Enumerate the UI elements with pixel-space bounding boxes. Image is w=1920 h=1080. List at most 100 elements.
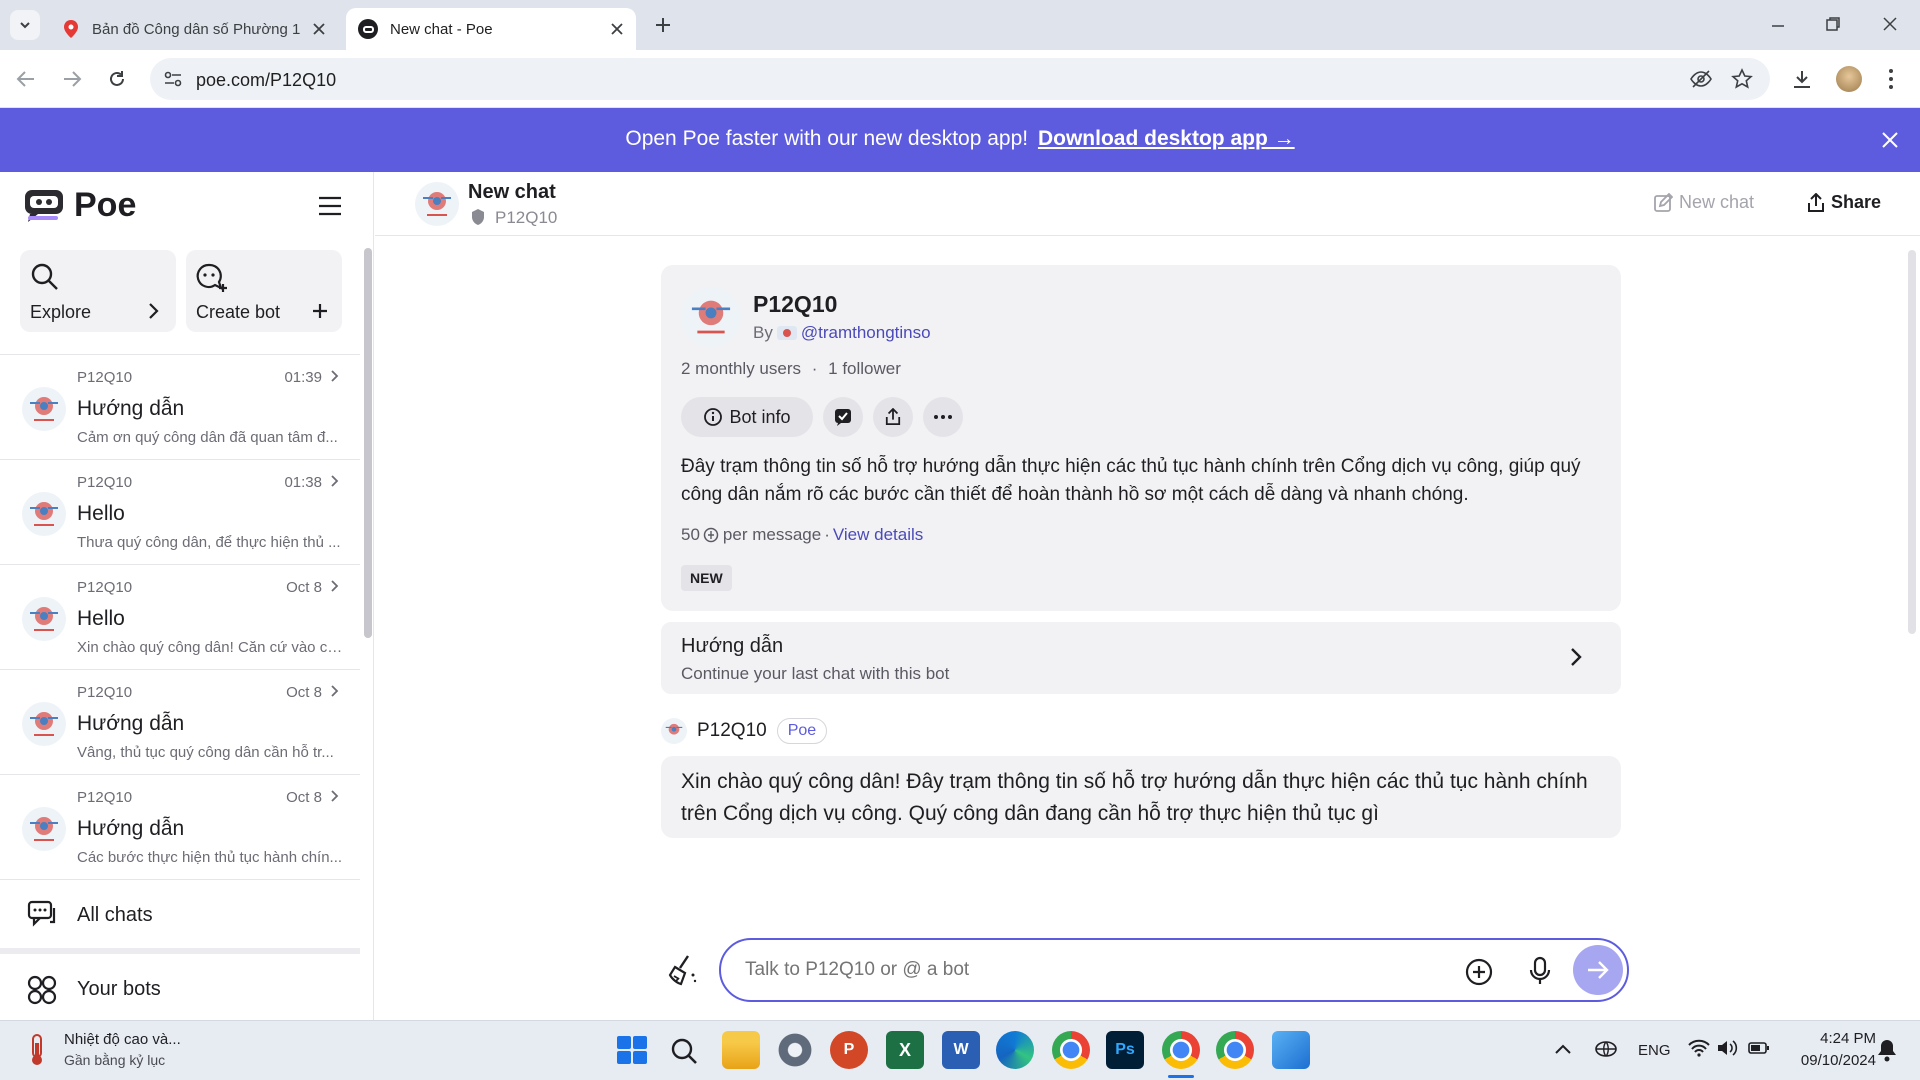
sender-name[interactable]: P12Q10	[697, 720, 767, 742]
weather-subtitle[interactable]: Gần bằng kỷ lục	[64, 1052, 165, 1068]
weather-title[interactable]: Nhiệt độ cao và...	[64, 1031, 181, 1048]
kebab-menu-icon[interactable]	[1888, 68, 1894, 90]
continue-last-chat-card[interactable]: Hướng dẫn Continue your last chat with t…	[661, 622, 1621, 694]
excel-icon[interactable]: X	[886, 1031, 924, 1069]
chat-time: Oct 8	[286, 684, 322, 701]
attach-plus-icon[interactable]	[1465, 958, 1493, 986]
chevron-up-icon[interactable]	[1554, 1043, 1572, 1055]
hamburger-menu-icon[interactable]	[318, 196, 342, 216]
list-item[interactable]: P12Q10 01:38 Hello Thưa quý công dân, để…	[0, 460, 360, 565]
poe-favicon-icon	[358, 19, 378, 39]
network-globe-icon[interactable]	[1594, 1039, 1618, 1059]
remix-button[interactable]	[823, 397, 863, 437]
close-icon[interactable]	[610, 22, 624, 36]
clear-context-broom-icon[interactable]	[666, 953, 700, 987]
share-button[interactable]: Share	[1807, 192, 1881, 213]
main-scrollbar[interactable]	[1908, 250, 1916, 634]
chat-bot-name: P12Q10	[77, 579, 133, 596]
profile-avatar[interactable]	[1836, 66, 1862, 92]
back-arrow-icon[interactable]	[16, 70, 36, 88]
bookmark-star-icon[interactable]	[1731, 68, 1753, 90]
powerpoint-icon[interactable]: P	[830, 1031, 868, 1069]
chat-list: P12Q10 01:39 Hướng dẫn Cảm ơn quý công d…	[0, 354, 360, 882]
edge-icon[interactable]	[996, 1031, 1034, 1069]
minimize-icon[interactable]	[1770, 18, 1786, 34]
list-item[interactable]: P12Q10 Oct 8 Hướng dẫn Vâng, thủ tục quý…	[0, 670, 360, 775]
list-item[interactable]: P12Q10 01:39 Hướng dẫn Cảm ơn quý công d…	[0, 355, 360, 460]
tab-search-button[interactable]	[10, 10, 40, 40]
create-bot-label: Create bot	[196, 302, 281, 322]
explore-card[interactable]: Explore	[20, 250, 176, 332]
chat-time: 01:38	[284, 474, 322, 491]
followers-count[interactable]: 1 follower	[828, 359, 901, 378]
view-details-link[interactable]: View details	[833, 525, 923, 545]
url-text[interactable]: poe.com/P12Q10	[196, 70, 336, 91]
chat-time: Oct 8	[286, 789, 322, 806]
bot-avatar-large	[681, 287, 741, 347]
your-bots-link[interactable]: Your bots	[0, 962, 360, 1020]
tab-title: New chat - Poe	[390, 20, 493, 38]
share-bot-button[interactable]	[873, 397, 913, 437]
more-options-button[interactable]	[923, 397, 963, 437]
chevron-right-icon	[1571, 648, 1582, 666]
file-explorer-icon[interactable]	[722, 1031, 760, 1069]
chrome-icon[interactable]	[1052, 1031, 1090, 1069]
message-input[interactable]	[745, 954, 1465, 986]
search-icon[interactable]	[670, 1037, 698, 1065]
new-chat-label: New chat	[1679, 192, 1755, 212]
microphone-icon[interactable]	[1529, 956, 1551, 986]
poe-logo[interactable]: Poe	[22, 185, 136, 225]
photos-icon[interactable]	[1272, 1031, 1310, 1069]
bot-info-button[interactable]: Bot info	[681, 397, 813, 437]
clock-time[interactable]: 4:24 PM	[1796, 1030, 1876, 1047]
create-bot-card[interactable]: Create bot	[186, 250, 342, 332]
close-icon[interactable]	[1881, 131, 1899, 149]
chat-bot-name: P12Q10	[77, 369, 133, 386]
poe-logo-icon	[25, 190, 63, 222]
bot-message-bubble: Xin chào quý công dân! Đây trạm thông ti…	[661, 756, 1621, 838]
close-icon[interactable]	[312, 22, 326, 36]
browser-tab-poe[interactable]: New chat - Poe	[346, 8, 636, 50]
chevron-right-icon	[331, 685, 339, 697]
more-horizontal-icon	[934, 415, 952, 419]
list-item[interactable]: P12Q10 Oct 8 Hello Xin chào quý công dân…	[0, 565, 360, 670]
header-bot-name: P12Q10	[495, 208, 558, 227]
clock-date[interactable]: 09/10/2024	[1786, 1052, 1876, 1069]
restore-icon[interactable]	[1825, 16, 1841, 32]
desktop-app-banner: Open Poe faster with our new desktop app…	[0, 108, 1920, 172]
chat-preview: Các bước thực hiện thủ tục hành chín...	[77, 849, 343, 866]
word-icon[interactable]: W	[942, 1031, 980, 1069]
settings-icon[interactable]	[776, 1031, 814, 1069]
browser-tab-map[interactable]: Bản đồ Công dân số Phường 12	[50, 8, 342, 50]
chrome-icon[interactable]	[1162, 1031, 1200, 1069]
new-chat-button[interactable]: New chat	[1653, 192, 1754, 213]
site-settings-icon[interactable]	[164, 71, 182, 87]
list-item[interactable]: P12Q10 Oct 8 Hướng dẫn Các bước thực hiệ…	[0, 775, 360, 880]
sidebar-scrollbar[interactable]	[364, 248, 372, 638]
download-desktop-link[interactable]: Download desktop app →	[1038, 127, 1295, 150]
download-icon[interactable]	[1791, 68, 1813, 90]
message-composer[interactable]	[719, 938, 1629, 1002]
volume-icon[interactable]	[1716, 1039, 1738, 1057]
window-close-icon[interactable]	[1882, 16, 1898, 32]
chrome-icon[interactable]	[1216, 1031, 1254, 1069]
omnibox[interactable]: poe.com/P12Q10	[150, 58, 1770, 100]
bot-description: Đây trạm thông tin số hỗ trợ hướng dẫn t…	[681, 456, 1581, 505]
continue-title: Hướng dẫn	[681, 635, 784, 657]
battery-icon[interactable]	[1748, 1041, 1770, 1055]
new-tab-plus-icon[interactable]	[654, 16, 672, 34]
message-sender: P12Q10 Poe	[661, 716, 828, 746]
language-indicator[interactable]: ENG	[1638, 1042, 1671, 1059]
forward-arrow-icon[interactable]	[62, 70, 82, 88]
banner-text: Open Poe faster with our new desktop app…	[625, 127, 1029, 150]
notification-bell-icon[interactable]	[1876, 1038, 1898, 1062]
photoshop-icon[interactable]: Ps	[1106, 1031, 1144, 1069]
author-handle-link[interactable]: @tramthongtinso	[801, 323, 931, 343]
send-button[interactable]	[1573, 945, 1623, 995]
reload-icon[interactable]	[107, 69, 127, 89]
wifi-icon[interactable]	[1688, 1039, 1710, 1057]
start-icon[interactable]	[612, 1031, 650, 1069]
by-label: By	[753, 323, 773, 342]
eye-off-icon[interactable]	[1690, 69, 1712, 89]
all-chats-link[interactable]: All chats	[0, 882, 360, 954]
